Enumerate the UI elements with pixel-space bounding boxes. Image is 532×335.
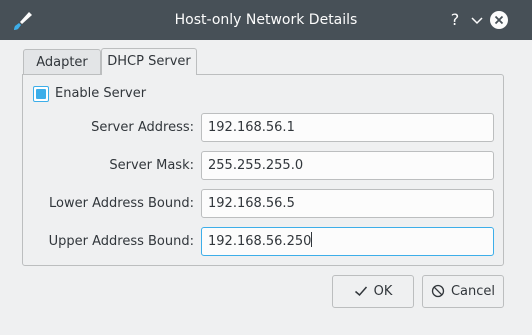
upper-address-bound-input[interactable]: 192.168.56.250 <box>201 227 494 256</box>
help-icon[interactable]: ? <box>444 9 466 31</box>
checkbox-checked-mark <box>36 89 46 99</box>
tab-dhcp-server[interactable]: DHCP Server <box>101 48 197 75</box>
upper-address-bound-value: 192.168.56.250 <box>208 234 312 249</box>
server-address-label: Server Address: <box>91 120 194 135</box>
minimize-icon[interactable] <box>466 9 488 31</box>
server-address-value: 192.168.56.1 <box>208 120 295 135</box>
enable-server-label[interactable]: Enable Server <box>55 85 146 103</box>
lower-address-bound-input[interactable]: 192.168.56.5 <box>201 189 494 218</box>
lower-address-bound-label: Lower Address Bound: <box>49 196 194 211</box>
upper-address-bound-label: Upper Address Bound: <box>48 234 194 249</box>
tab-adapter[interactable]: Adapter <box>23 49 101 75</box>
cancel-button[interactable]: Cancel <box>422 275 504 308</box>
dialog-window: Host-only Network Details ? Adapter DHCP… <box>0 0 532 335</box>
checkmark-icon <box>354 286 367 296</box>
ok-button-label: OK <box>373 284 393 299</box>
close-icon[interactable] <box>489 9 511 31</box>
server-mask-label: Server Mask: <box>109 158 194 173</box>
enable-server-checkbox[interactable] <box>33 86 49 102</box>
ok-button[interactable]: OK <box>332 275 414 308</box>
server-mask-value: 255.255.255.0 <box>208 158 304 173</box>
title-bar[interactable]: Host-only Network Details ? <box>0 0 532 40</box>
server-address-input[interactable]: 192.168.56.1 <box>201 113 494 142</box>
text-caret <box>311 232 313 247</box>
cancel-button-label: Cancel <box>450 284 496 299</box>
cancel-icon <box>431 284 445 297</box>
lower-address-bound-value: 192.168.56.5 <box>208 196 295 211</box>
server-mask-input[interactable]: 255.255.255.0 <box>201 151 494 180</box>
